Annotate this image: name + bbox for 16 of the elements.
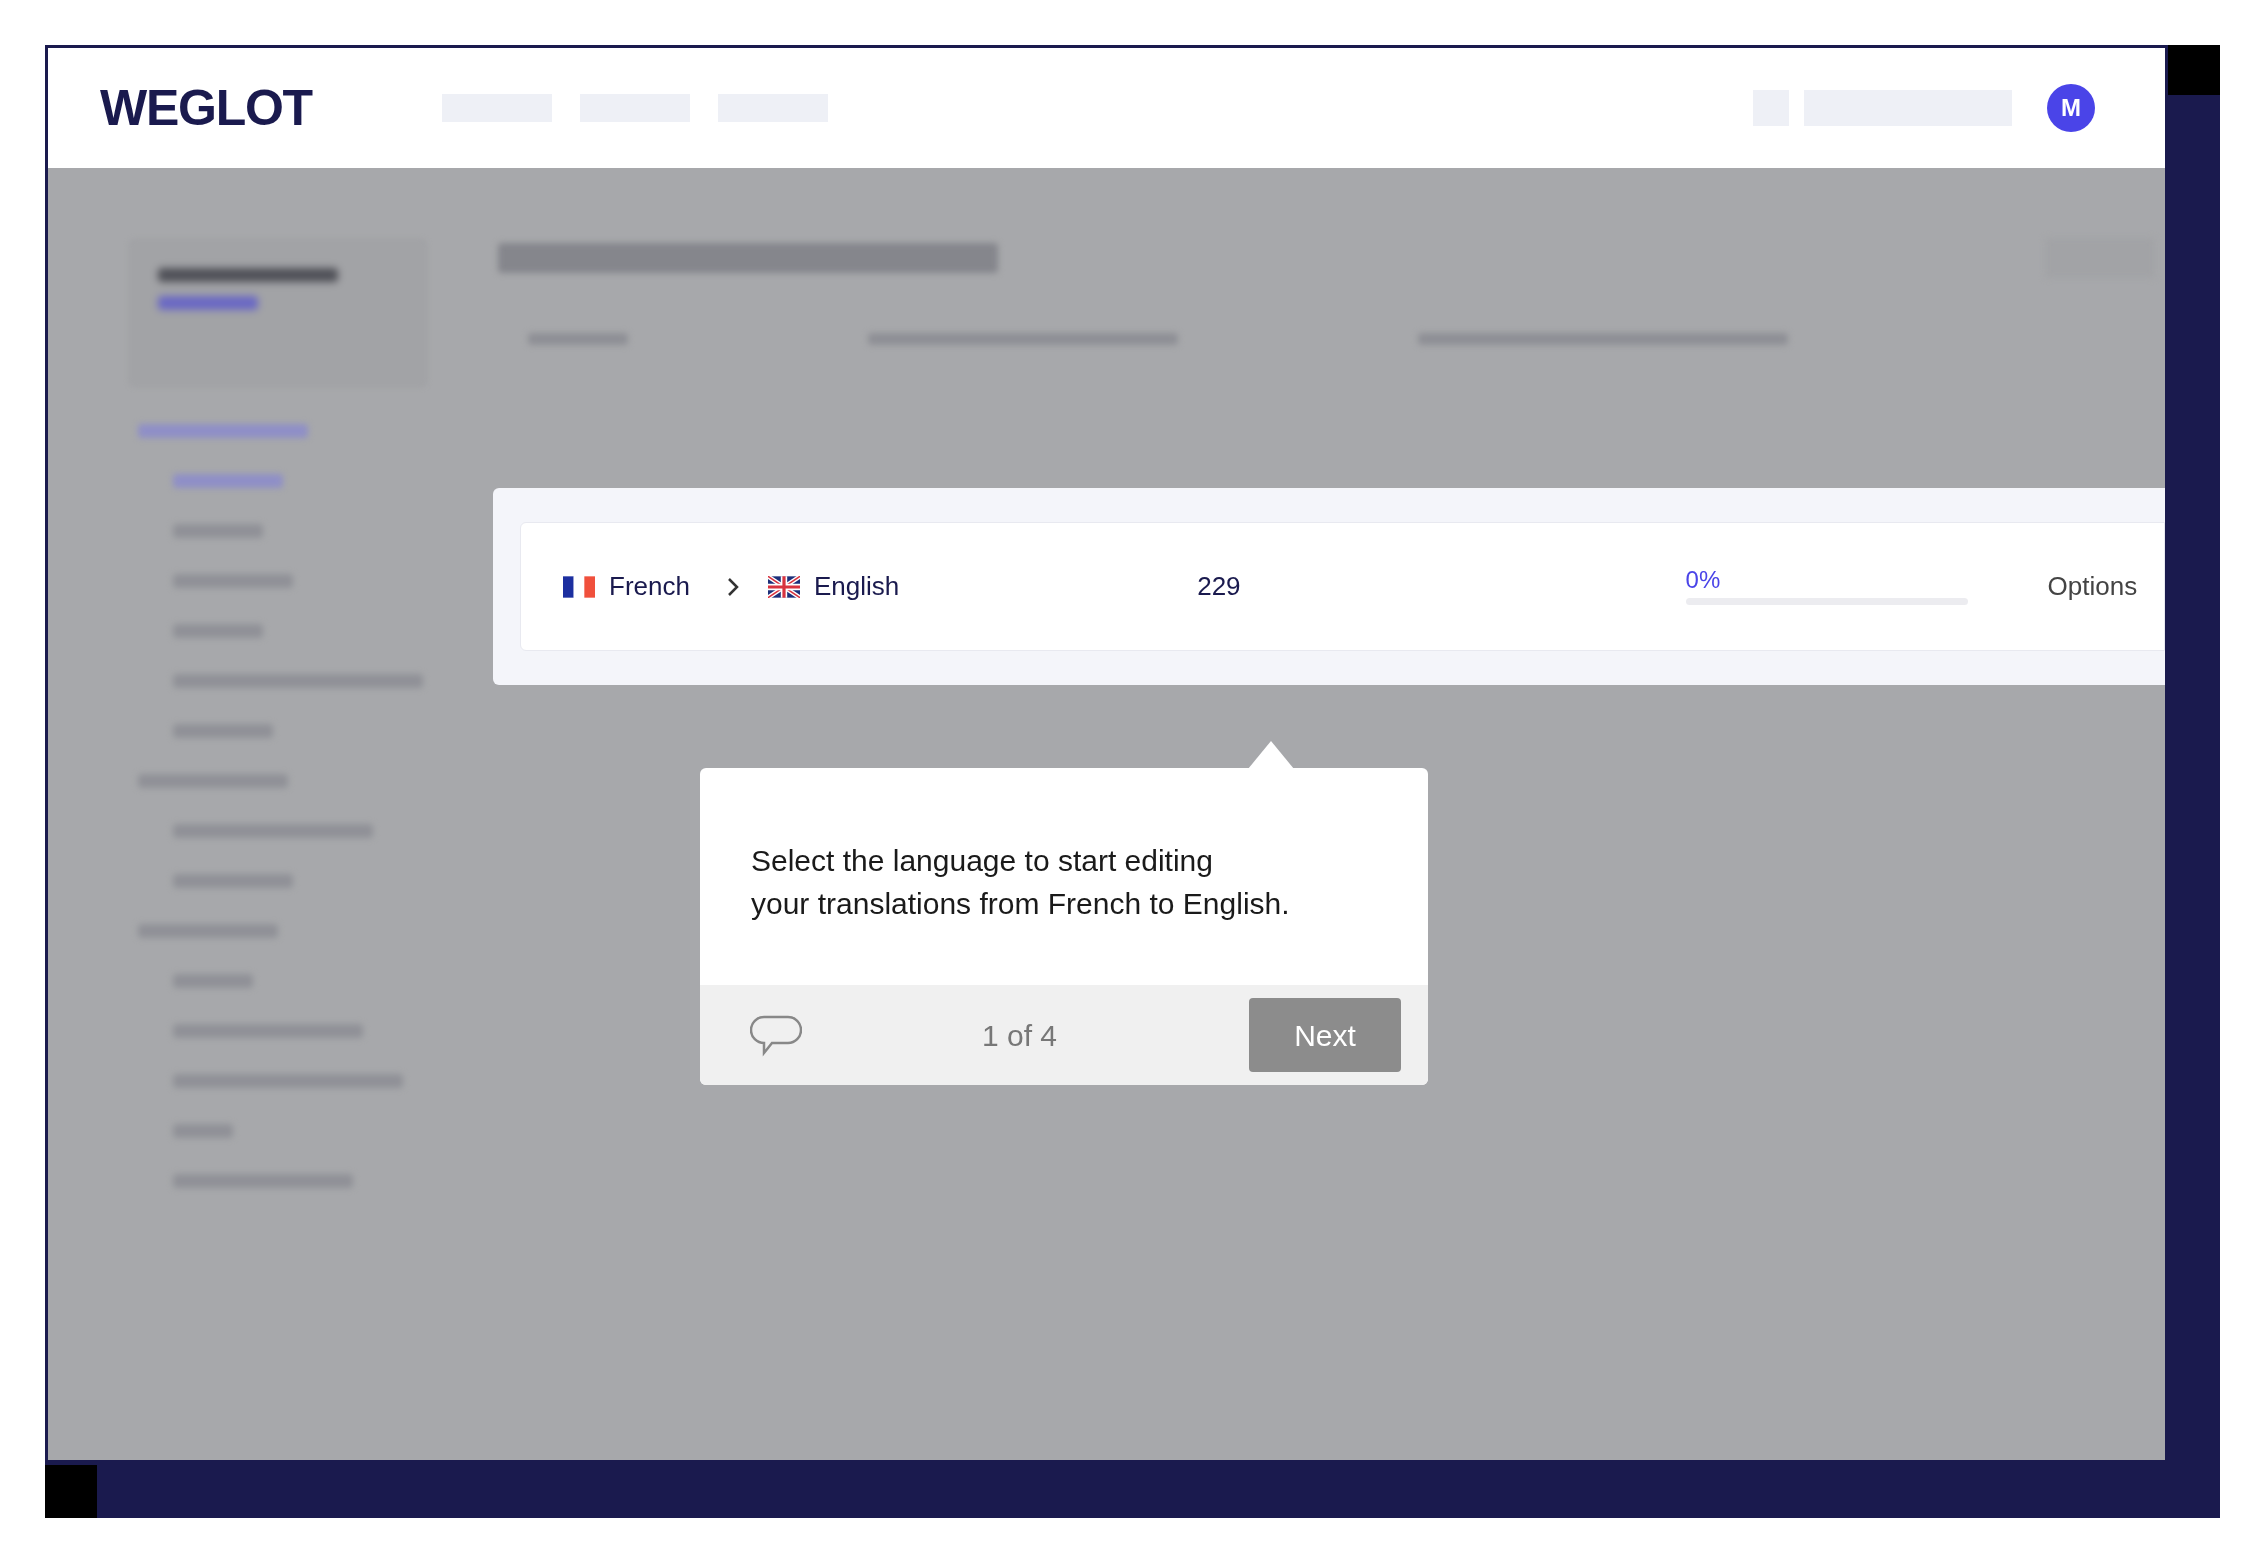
logo[interactable]: WEGLOT xyxy=(100,70,312,146)
word-count: 229 xyxy=(1197,570,1241,603)
step-counter: 1 of 4 xyxy=(982,1017,1058,1054)
speech-bubble-icon[interactable] xyxy=(750,1013,802,1057)
source-language: French xyxy=(609,570,690,603)
tooltip-message: Select the language to start editing your translations from French to English. xyxy=(751,842,1290,922)
chevron-right-icon xyxy=(725,575,740,598)
percent-label: 0% xyxy=(1685,568,1722,592)
corner-block xyxy=(45,1465,97,1518)
language-row[interactable]: French English 229 0% Options xyxy=(520,522,2165,651)
french-flag-icon xyxy=(563,575,595,598)
user-avatar[interactable]: M xyxy=(2047,84,2095,132)
british-flag-icon xyxy=(767,575,800,598)
corner-block xyxy=(2168,45,2220,95)
options-menu[interactable]: Options xyxy=(2047,567,2138,606)
target-language: English xyxy=(813,570,900,603)
